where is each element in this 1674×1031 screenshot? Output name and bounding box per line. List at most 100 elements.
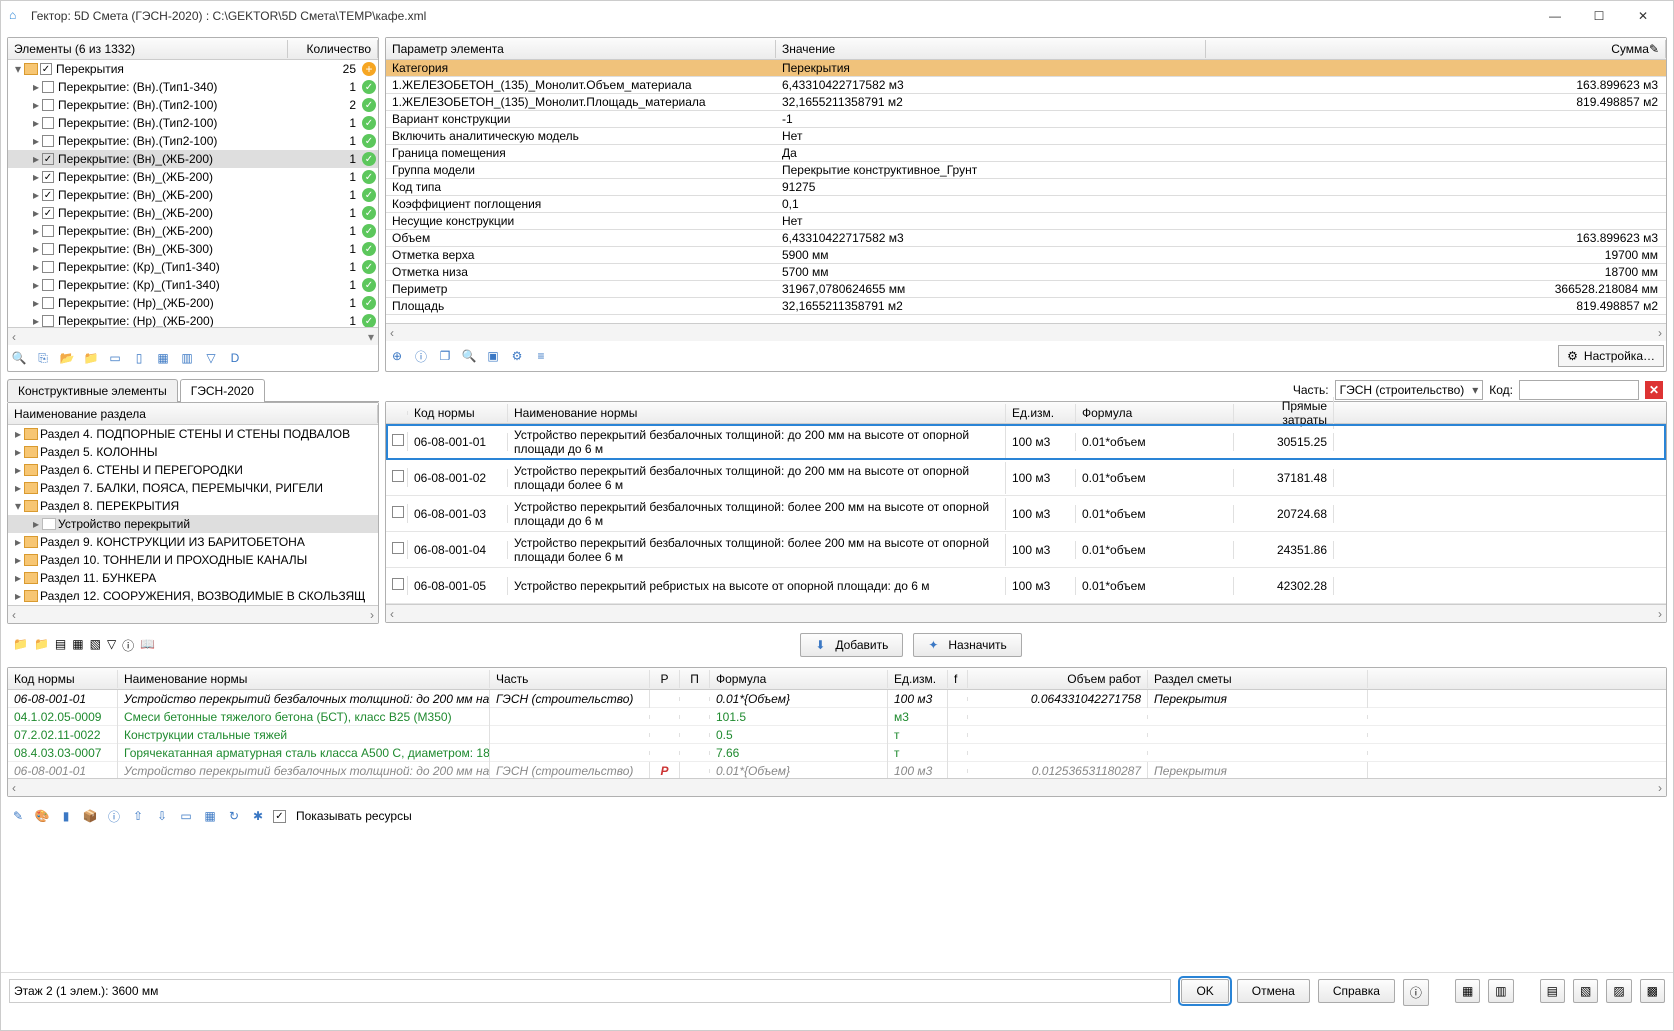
clear-code-button[interactable]: ✕: [1645, 381, 1663, 399]
param-row[interactable]: 1.ЖЕЛЕЗОБЕТОН_(135)_Монолит.Объем_матери…: [386, 77, 1666, 94]
status-icon-2[interactable]: ▥: [1488, 979, 1513, 1003]
expand-icon[interactable]: ▸: [12, 571, 24, 585]
tab-construct-elements[interactable]: Конструктивные элементы: [7, 379, 178, 402]
expand-icon[interactable]: ▸: [30, 98, 42, 112]
filter-icon[interactable]: ▽: [202, 349, 220, 367]
norm-checkbox[interactable]: [392, 470, 404, 482]
norms-header-chk[interactable]: [386, 411, 408, 415]
param-row[interactable]: Объем6,43310422717582 м3163.899623 м3: [386, 230, 1666, 247]
status-icon-3[interactable]: ▤: [1540, 979, 1565, 1003]
layers-icon[interactable]: ▭: [106, 349, 124, 367]
assigned-row[interactable]: 07.2.02.11-0022Конструкции стальные тяже…: [8, 726, 1666, 744]
bt-header-form[interactable]: Формула: [710, 670, 888, 688]
expand-icon[interactable]: ▾: [12, 62, 24, 76]
section-row[interactable]: ▸Раздел 7. БАЛКИ, ПОЯСА, ПЕРЕМЫЧКИ, РИГЕ…: [8, 479, 378, 497]
status-icon-1[interactable]: ▦: [1455, 979, 1480, 1003]
checkbox[interactable]: [42, 297, 54, 309]
columns-icon[interactable]: ▥: [178, 349, 196, 367]
param-row[interactable]: Граница помещенияДа: [386, 145, 1666, 162]
section-row[interactable]: ▸Раздел 4. ПОДПОРНЫЕ СТЕНЫ И СТЕНЫ ПОДВА…: [8, 425, 378, 443]
expand-icon[interactable]: ▸: [30, 314, 42, 327]
param-row[interactable]: Включить аналитическую модельНет: [386, 128, 1666, 145]
params-header-sum[interactable]: Сумма: [1212, 42, 1649, 56]
checkbox[interactable]: [42, 81, 54, 93]
info-button[interactable]: ⓘ: [1403, 979, 1429, 1006]
assigned-row[interactable]: 06-08-001-01Устройство перекрытий безбал…: [8, 690, 1666, 708]
expand-icon[interactable]: ▸: [30, 517, 42, 531]
expand-icon[interactable]: ▸: [30, 242, 42, 256]
tree-row[interactable]: ▸Перекрытие: (Вн).(Тип2-100)1✓: [8, 114, 378, 132]
param-row[interactable]: Несущие конструкцииНет: [386, 213, 1666, 230]
checkbox[interactable]: ✓: [42, 189, 54, 201]
bookmark-icon[interactable]: ▮: [57, 807, 75, 825]
expand-icon[interactable]: ▸: [30, 260, 42, 274]
tree-row[interactable]: ▸Перекрытие: (Вн).(Тип2-100)1✓: [8, 132, 378, 150]
refresh-icon[interactable]: ↻: [225, 807, 243, 825]
norms-body[interactable]: 06-08-001-01Устройство перекрытий безбал…: [386, 424, 1666, 604]
info-icon[interactable]: ⓘ: [412, 347, 430, 365]
tree-scrollbar[interactable]: ‹▾: [8, 327, 378, 345]
expand-icon[interactable]: ▸: [30, 152, 42, 166]
checkbox[interactable]: [42, 135, 54, 147]
layers-icon[interactable]: ▭: [177, 807, 195, 825]
checkbox[interactable]: ✓: [42, 207, 54, 219]
expand-icon[interactable]: ▸: [12, 589, 24, 603]
norms-header-name[interactable]: Наименование нормы: [508, 404, 1006, 422]
norm-checkbox[interactable]: [392, 506, 404, 518]
tree-row[interactable]: ▾✓Перекрытия25+: [8, 60, 378, 78]
assigned-scrollbar[interactable]: ‹›: [8, 778, 1666, 796]
select-icon[interactable]: ▣: [484, 347, 502, 365]
tree-header-name[interactable]: Элементы (6 из 1332): [8, 40, 288, 58]
import-icon[interactable]: ⇩: [153, 807, 171, 825]
norm-row[interactable]: 06-08-001-03Устройство перекрытий безбал…: [386, 496, 1666, 532]
norm-checkbox[interactable]: [392, 542, 404, 554]
param-row[interactable]: Вариант конструкции-1: [386, 111, 1666, 128]
assigned-body[interactable]: 06-08-001-01Устройство перекрытий безбал…: [8, 690, 1666, 778]
params-scrollbar[interactable]: ‹›: [386, 323, 1666, 341]
param-row[interactable]: Коэффициент поглощения0,1: [386, 196, 1666, 213]
tree-row[interactable]: ▸Перекрытие: (Нр)_(ЖБ-200)1✓: [8, 312, 378, 327]
expand-icon[interactable]: ▸: [30, 296, 42, 310]
norm-row[interactable]: 06-08-001-01Устройство перекрытий безбал…: [386, 424, 1666, 460]
table-icon[interactable]: ▦: [201, 807, 219, 825]
part-combo[interactable]: ГЭСН (строительство): [1335, 380, 1484, 400]
section-row[interactable]: ▸Раздел 9. КОНСТРУКЦИИ ИЗ БАРИТОБЕТОНА: [8, 533, 378, 551]
param-row[interactable]: Группа моделиПерекрытие конструктивное_Г…: [386, 162, 1666, 179]
param-row[interactable]: КатегорияПерекрытия: [386, 60, 1666, 77]
norm-row[interactable]: 06-08-001-02Устройство перекрытий безбал…: [386, 460, 1666, 496]
tree-row[interactable]: ▸Перекрытие: (Кр)_(Тип1-340)1✓: [8, 258, 378, 276]
checkbox[interactable]: ✓: [42, 153, 54, 165]
section-row[interactable]: ▸Раздел 10. ТОННЕЛИ И ПРОХОДНЫЕ КАНАЛЫ: [8, 551, 378, 569]
plus-icon[interactable]: +: [362, 62, 376, 76]
box-icon[interactable]: 📦: [81, 807, 99, 825]
share-icon[interactable]: ⎘: [34, 349, 52, 367]
bt-header-part[interactable]: Часть: [490, 670, 650, 688]
expand-icon[interactable]: ▸: [12, 535, 24, 549]
bt-header-code[interactable]: Код нормы: [8, 670, 118, 688]
assign-button[interactable]: ✦ Назначить: [913, 633, 1021, 657]
palette-icon[interactable]: 🎨: [33, 807, 51, 825]
params-body[interactable]: КатегорияПерекрытия1.ЖЕЛЕЗОБЕТОН_(135)_М…: [386, 60, 1666, 323]
layout2-icon[interactable]: ▦: [72, 637, 83, 654]
bt-header-ed[interactable]: Ед.изм.: [888, 670, 948, 688]
norm-checkbox[interactable]: [392, 578, 404, 590]
code-input[interactable]: [1519, 380, 1639, 400]
checkbox[interactable]: [42, 243, 54, 255]
expand-icon[interactable]: ▸: [30, 170, 42, 184]
param-row[interactable]: Отметка низа5700 мм18700 мм: [386, 264, 1666, 281]
add-icon[interactable]: ⊕: [388, 347, 406, 365]
filter-icon[interactable]: ▽: [107, 637, 116, 654]
checkbox[interactable]: ✓: [40, 63, 52, 75]
status-icon-4[interactable]: ▧: [1573, 979, 1598, 1003]
assigned-row[interactable]: 06-08-001-01Устройство перекрытий безбал…: [8, 762, 1666, 778]
bt-header-r[interactable]: Р: [650, 670, 680, 688]
checkbox[interactable]: [42, 117, 54, 129]
expand-icon[interactable]: ▾: [12, 499, 24, 513]
checkbox[interactable]: ✓: [42, 171, 54, 183]
bt-header-f[interactable]: f: [948, 670, 968, 688]
edit-icon[interactable]: ✎: [1649, 42, 1659, 56]
settings-button[interactable]: ⚙ Настройка…: [1558, 345, 1664, 367]
expand-icon[interactable]: ▸: [12, 481, 24, 495]
param-row[interactable]: Площадь32,1655211358791 м2819.498857 м2: [386, 298, 1666, 315]
section-row[interactable]: ▾Раздел 8. ПЕРЕКРЫТИЯ: [8, 497, 378, 515]
